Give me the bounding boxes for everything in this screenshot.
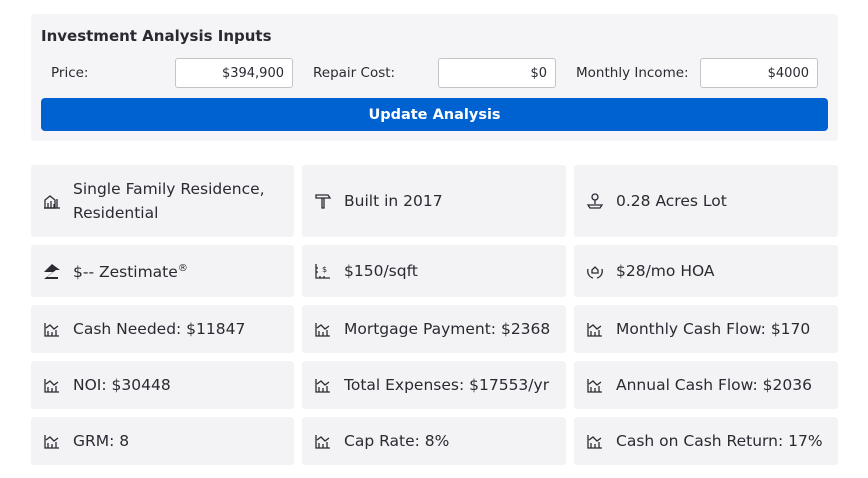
repair-cost-label: Repair Cost: [313, 65, 396, 81]
zestimate-text: $-- Zestimate [73, 263, 178, 282]
trend-chart-icon [41, 318, 63, 340]
hammer-icon [312, 190, 334, 212]
grm-text: GRM: 8 [73, 432, 130, 450]
metric-annual-cash-flow: Annual Cash Flow: $2036 [574, 361, 838, 409]
fact-zestimate: $-- Zestimate® [31, 245, 294, 297]
cash-on-cash-return-text: Cash on Cash Return: 17% [616, 432, 823, 450]
metric-monthly-cash-flow: Monthly Cash Flow: $170 [574, 305, 838, 353]
fact-hoa: $28/mo HOA [574, 245, 838, 297]
metric-cash-needed: Cash Needed: $11847 [31, 305, 294, 353]
trend-chart-icon [312, 430, 334, 452]
monthly-income-label: Monthly Income: [576, 65, 689, 81]
annual-cash-flow-text: Annual Cash Flow: $2036 [616, 376, 812, 394]
hands-house-icon [584, 260, 606, 282]
property-facts-grid: Single Family Residence, Residential Bui… [31, 165, 838, 465]
hoa-text: $28/mo HOA [616, 262, 715, 280]
svg-text:$: $ [322, 265, 327, 274]
price-input[interactable] [175, 58, 293, 88]
zillow-z-icon [41, 260, 63, 282]
metric-cap-rate: Cap Rate: 8% [302, 417, 566, 465]
repair-cost-input[interactable] [438, 58, 556, 88]
trend-chart-icon [312, 374, 334, 396]
fact-lot-size: 0.28 Acres Lot [574, 165, 838, 237]
price-label: Price: [51, 65, 89, 81]
lot-size-text: 0.28 Acres Lot [616, 192, 727, 210]
metric-mortgage-payment: Mortgage Payment: $2368 [302, 305, 566, 353]
monthly-income-input[interactable] [700, 58, 818, 88]
trend-chart-icon [584, 374, 606, 396]
cap-rate-text: Cap Rate: 8% [344, 432, 450, 450]
mortgage-payment-text: Mortgage Payment: $2368 [344, 320, 551, 338]
fact-year-built: Built in 2017 [302, 165, 566, 237]
trend-chart-icon [41, 430, 63, 452]
metric-noi: NOI: $30448 [31, 361, 294, 409]
monthly-cash-flow-text: Monthly Cash Flow: $170 [616, 320, 811, 338]
price-per-sqft-text: $150/sqft [344, 262, 418, 280]
trend-chart-icon [584, 430, 606, 452]
fact-home-type: Single Family Residence, Residential [31, 165, 294, 237]
year-built-text: Built in 2017 [344, 192, 443, 210]
ruler-dollar-icon: $ [312, 260, 334, 282]
investment-inputs-panel: Investment Analysis Inputs Price: Repair… [31, 14, 838, 141]
metric-cash-on-cash-return: Cash on Cash Return: 17% [574, 417, 838, 465]
total-expenses-text: Total Expenses: $17553/yr [344, 376, 550, 394]
panel-title: Investment Analysis Inputs [41, 27, 272, 45]
cash-needed-text: Cash Needed: $11847 [73, 320, 246, 338]
trend-chart-icon [584, 318, 606, 340]
lot-pin-icon [584, 190, 606, 212]
trend-chart-icon [41, 374, 63, 396]
building-chart-icon [41, 190, 63, 212]
metric-grm: GRM: 8 [31, 417, 294, 465]
metric-total-expenses: Total Expenses: $17553/yr [302, 361, 566, 409]
registered-mark: ® [177, 263, 188, 275]
fact-price-per-sqft: $ $150/sqft [302, 245, 566, 297]
noi-text: NOI: $30448 [73, 376, 171, 394]
home-type-text: Single Family Residence, Residential [73, 180, 265, 222]
update-analysis-button[interactable]: Update Analysis [41, 98, 828, 131]
trend-chart-icon [312, 318, 334, 340]
